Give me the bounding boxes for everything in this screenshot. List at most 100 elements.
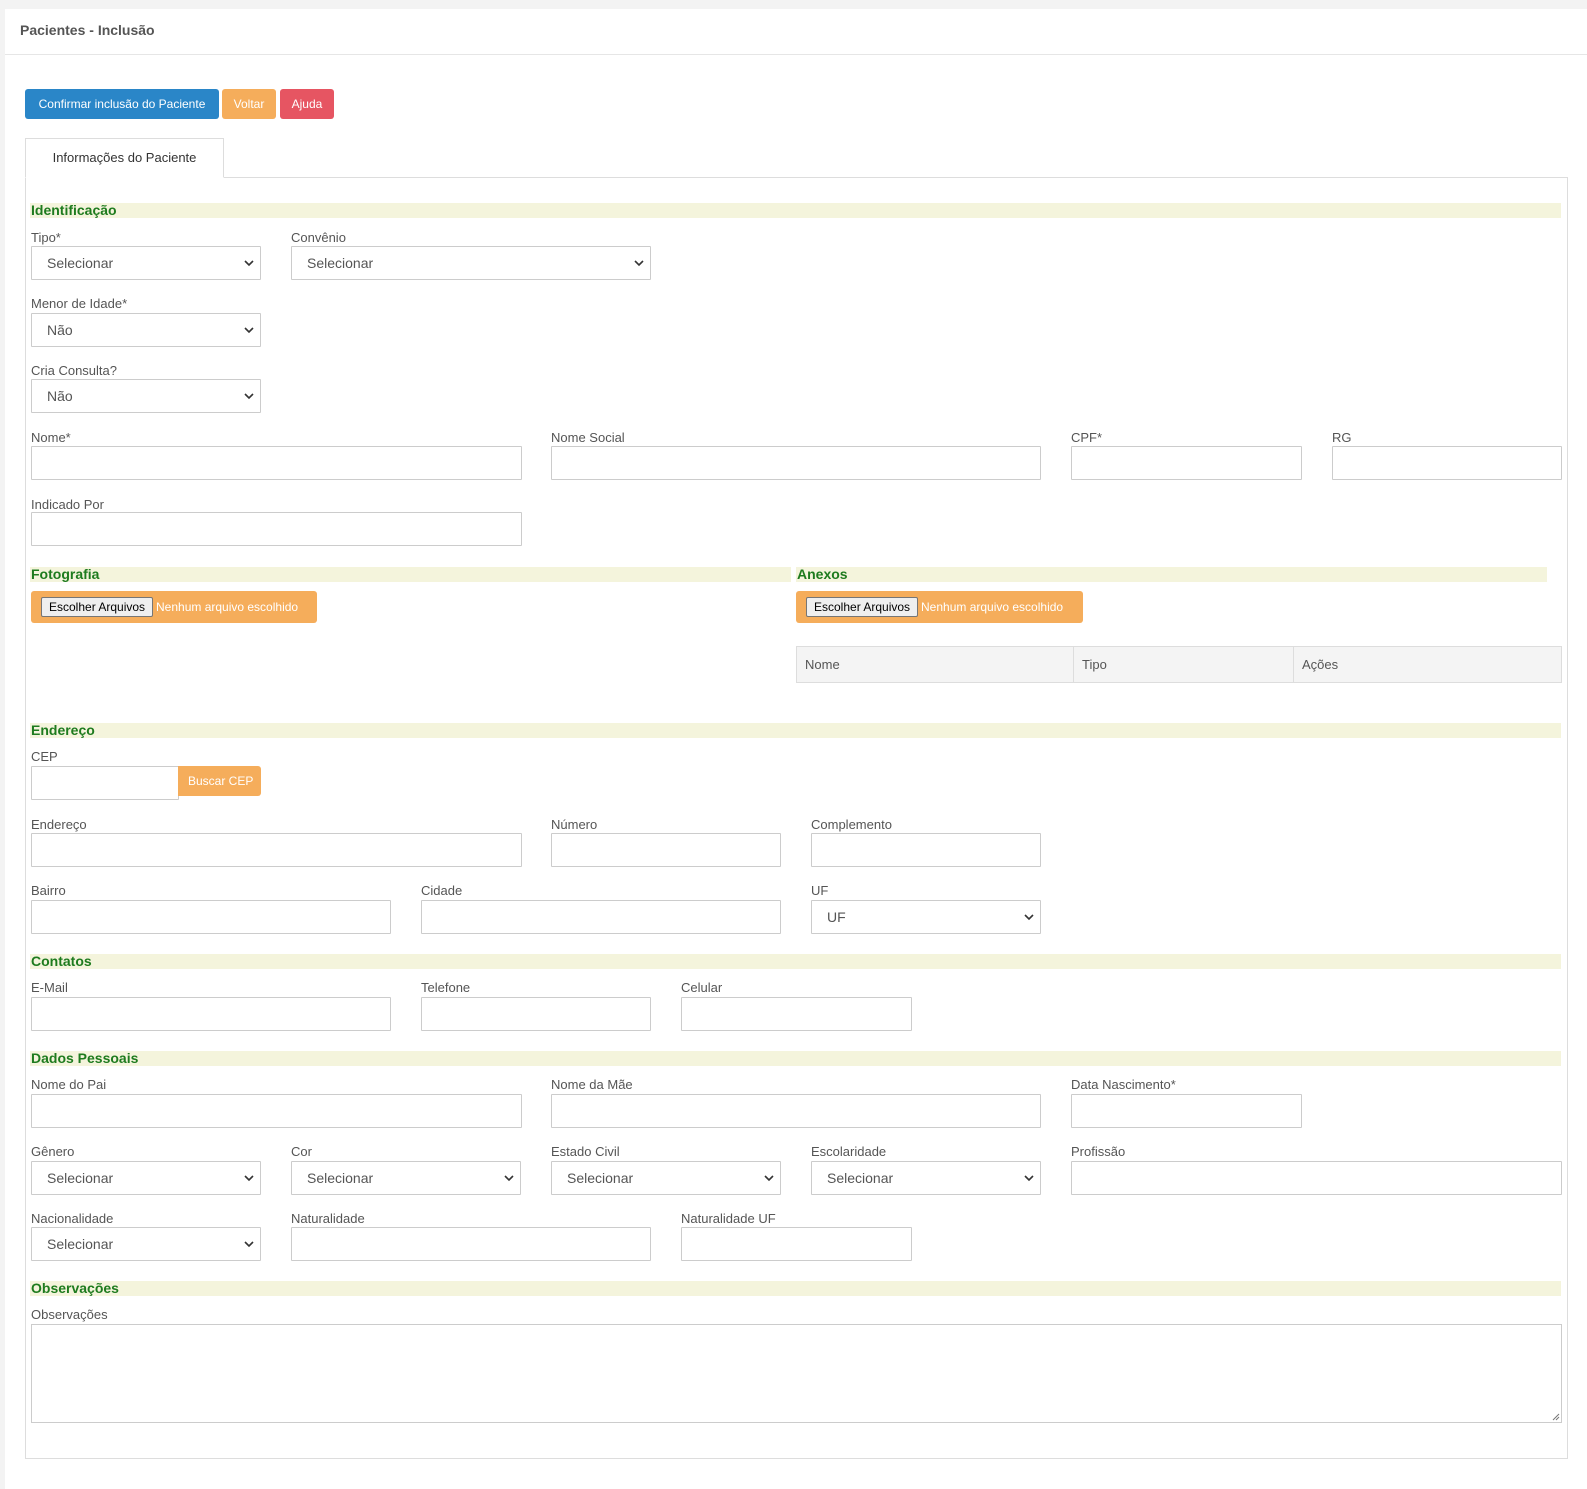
label-escolaridade: Escolaridade	[811, 1144, 887, 1159]
chevron-down-icon	[1024, 1175, 1034, 1182]
anexos-table-header: Nome Tipo Ações	[796, 646, 1562, 683]
label-nome-pai: Nome do Pai	[31, 1077, 107, 1092]
select-convenio-value: Selecionar	[307, 255, 374, 271]
input-endereco[interactable]	[31, 833, 522, 867]
section-dados-pessoais: Dados Pessoais	[30, 1051, 1561, 1066]
select-convenio[interactable]: Selecionar	[291, 246, 651, 280]
section-endereco: Endereço	[30, 723, 1561, 738]
label-nome-mae: Nome da Mãe	[551, 1077, 633, 1092]
select-estado-civil-value: Selecionar	[567, 1170, 634, 1186]
label-estado-civil: Estado Civil	[551, 1144, 620, 1159]
input-cidade[interactable]	[421, 900, 781, 934]
input-naturalidade[interactable]	[291, 1227, 651, 1261]
input-celular[interactable]	[681, 997, 912, 1031]
column-header-acoes: Ações	[1302, 657, 1339, 672]
chevron-down-icon	[504, 1175, 514, 1182]
input-bairro[interactable]	[31, 900, 391, 934]
input-nome-social[interactable]	[551, 446, 1041, 480]
tab-content	[25, 177, 1568, 1459]
label-indicado-por: Indicado Por	[31, 497, 104, 512]
label-observacoes: Observações	[31, 1307, 108, 1322]
label-cpf: CPF*	[1071, 430, 1103, 445]
input-nome[interactable]	[31, 446, 522, 480]
section-anexos: Anexos	[796, 567, 1547, 582]
page-title: Pacientes - Inclusão	[5, 9, 1587, 55]
chevron-down-icon	[1024, 914, 1034, 921]
chevron-down-icon	[764, 1175, 774, 1182]
input-cpf[interactable]	[1071, 446, 1302, 480]
select-genero-value: Selecionar	[47, 1170, 114, 1186]
label-cep: CEP	[31, 749, 58, 764]
chevron-down-icon	[634, 260, 644, 267]
label-telefone: Telefone	[421, 980, 471, 995]
select-menor-idade[interactable]: Não	[31, 313, 261, 347]
select-escolaridade[interactable]: Selecionar	[811, 1161, 1041, 1195]
column-header-tipo: Tipo	[1074, 647, 1294, 682]
chevron-down-icon	[244, 327, 254, 334]
chevron-down-icon	[244, 393, 254, 400]
input-telefone[interactable]	[421, 997, 651, 1031]
confirm-button[interactable]: Confirmar inclusão do Paciente	[25, 89, 219, 119]
no-file-chosen-text: Nenhum arquivo escolhido	[156, 600, 299, 614]
back-button[interactable]: Voltar	[222, 89, 276, 119]
input-rg[interactable]	[1332, 446, 1562, 480]
no-file-chosen-text: Nenhum arquivo escolhido	[921, 600, 1064, 614]
input-profissao[interactable]	[1071, 1161, 1562, 1195]
section-contatos: Contatos	[30, 954, 1561, 969]
label-email: E-Mail	[31, 980, 68, 995]
label-cidade: Cidade	[421, 883, 463, 898]
select-nacionalidade[interactable]: Selecionar	[31, 1227, 261, 1261]
select-estado-civil[interactable]: Selecionar	[551, 1161, 781, 1195]
input-data-nascimento[interactable]	[1071, 1094, 1302, 1128]
fotografia-file-input[interactable]: Escolher Arquivos Nenhum arquivo escolhi…	[31, 591, 317, 623]
select-tipo[interactable]: Selecionar	[31, 246, 261, 280]
section-fotografia: Fotografia	[30, 567, 791, 582]
section-observacoes: Observações	[30, 1281, 1561, 1296]
select-genero[interactable]: Selecionar	[31, 1161, 261, 1195]
input-naturalidade-uf[interactable]	[681, 1227, 912, 1261]
chevron-down-icon	[244, 1241, 254, 1248]
select-uf[interactable]: UF	[811, 900, 1041, 934]
select-cor-value: Selecionar	[307, 1170, 374, 1186]
input-email[interactable]	[31, 997, 391, 1031]
select-cor[interactable]: Selecionar	[291, 1161, 521, 1195]
label-naturalidade-uf: Naturalidade UF	[681, 1211, 776, 1226]
label-genero: Gênero	[31, 1144, 75, 1159]
label-uf: UF	[811, 883, 829, 898]
label-menor-idade: Menor de Idade*	[31, 296, 128, 311]
select-tipo-value: Selecionar	[47, 255, 114, 271]
label-tipo: Tipo*	[31, 230, 61, 245]
label-nacionalidade: Nacionalidade	[31, 1211, 114, 1226]
chevron-down-icon	[244, 1175, 254, 1182]
input-cep[interactable]	[31, 766, 179, 800]
label-cor: Cor	[291, 1144, 312, 1159]
label-data-nascimento: Data Nascimento*	[1071, 1077, 1176, 1092]
anexos-file-input[interactable]: Escolher Arquivos Nenhum arquivo escolhi…	[796, 591, 1083, 623]
help-button[interactable]: Ajuda	[280, 89, 334, 119]
label-endereco: Endereço	[31, 817, 87, 832]
input-nome-pai[interactable]	[31, 1094, 522, 1128]
resize-grip-icon[interactable]	[1551, 1412, 1560, 1421]
label-naturalidade: Naturalidade	[291, 1211, 365, 1226]
choose-files-button[interactable]: Escolher Arquivos	[806, 597, 919, 617]
input-numero[interactable]	[551, 833, 781, 867]
select-cria-consulta[interactable]: Não	[31, 379, 261, 413]
chevron-down-icon	[244, 260, 254, 267]
select-menor-idade-value: Não	[47, 322, 73, 338]
tab-informacoes-paciente[interactable]: Informações do Paciente	[25, 138, 224, 178]
input-nome-mae[interactable]	[551, 1094, 1041, 1128]
section-identificacao: Identificação	[30, 203, 1561, 218]
buscar-cep-button[interactable]: Buscar CEP	[178, 766, 261, 796]
label-numero: Número	[551, 817, 598, 832]
label-cria-consulta: Cria Consulta?	[31, 363, 117, 378]
label-nome: Nome*	[31, 430, 71, 445]
select-escolaridade-value: Selecionar	[827, 1170, 894, 1186]
input-complemento[interactable]	[811, 833, 1041, 867]
label-complemento: Complemento	[811, 817, 892, 832]
select-nacionalidade-value: Selecionar	[47, 1236, 114, 1252]
choose-files-button[interactable]: Escolher Arquivos	[41, 597, 154, 617]
textarea-observacoes[interactable]	[31, 1324, 1562, 1423]
label-profissao: Profissão	[1071, 1144, 1126, 1159]
label-bairro: Bairro	[31, 883, 66, 898]
input-indicado-por[interactable]	[31, 512, 522, 546]
